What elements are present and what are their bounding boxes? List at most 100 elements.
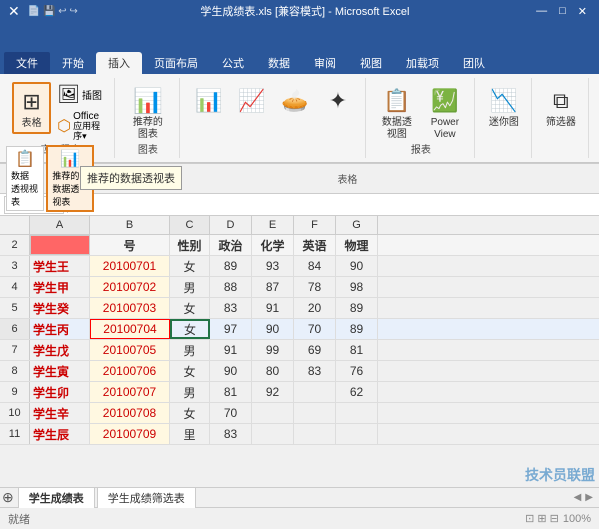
tab-view[interactable]: 视图 (348, 52, 394, 74)
formula-input[interactable] (83, 199, 595, 211)
cell-c9[interactable]: 男 (170, 382, 210, 402)
tab-formulas[interactable]: 公式 (210, 52, 256, 74)
cell-g3[interactable]: 90 (336, 256, 378, 276)
sheet-tab-filtered[interactable]: 学生成绩筛选表 (97, 487, 196, 508)
sparkline-button[interactable]: 📉 迷你图 (483, 82, 525, 132)
cell-f8[interactable]: 83 (294, 361, 336, 381)
line-chart-button[interactable]: 📈 (231, 82, 273, 120)
power-view-button[interactable]: 💹 PowerView (422, 82, 468, 144)
minimize-button[interactable]: — (532, 5, 551, 18)
cell-d9[interactable]: 81 (210, 382, 252, 402)
cell-a11[interactable]: 学生辰 (30, 424, 90, 444)
cell-e11[interactable] (252, 424, 294, 444)
cell-g5[interactable]: 89 (336, 298, 378, 318)
cell-e8[interactable]: 80 (252, 361, 294, 381)
cell-g8[interactable]: 76 (336, 361, 378, 381)
cell-e4[interactable]: 87 (252, 277, 294, 297)
tab-data[interactable]: 数据 (256, 52, 302, 74)
cell-d4[interactable]: 88 (210, 277, 252, 297)
cell-d11[interactable]: 83 (210, 424, 252, 444)
cell-g2[interactable]: 物理 (336, 235, 378, 255)
cell-f3[interactable]: 84 (294, 256, 336, 276)
cell-b11[interactable]: 20100709 (90, 424, 170, 444)
cell-d7[interactable]: 91 (210, 340, 252, 360)
cell-c11[interactable]: 里 (170, 424, 210, 444)
tab-file[interactable]: 文件 (4, 52, 50, 74)
cell-d3[interactable]: 89 (210, 256, 252, 276)
tab-page-layout[interactable]: 页面布局 (142, 52, 210, 74)
col-header-c[interactable]: C (170, 216, 210, 234)
cell-b3[interactable]: 20100701 (90, 256, 170, 276)
cell-g4[interactable]: 98 (336, 277, 378, 297)
cell-f9[interactable] (294, 382, 336, 402)
cell-a3[interactable]: 学生王 (30, 256, 90, 276)
pivot-chart-button[interactable]: 📋 数据透视图 (374, 82, 420, 144)
cell-f5[interactable]: 20 (294, 298, 336, 318)
cell-f4[interactable]: 78 (294, 277, 336, 297)
cell-b8[interactable]: 20100706 (90, 361, 170, 381)
sheet-tab-scores[interactable]: 学生成绩表 (18, 487, 95, 508)
maximize-button[interactable]: □ (555, 5, 570, 18)
cell-c10[interactable]: 女 (170, 403, 210, 423)
cell-b7[interactable]: 20100705 (90, 340, 170, 360)
cell-b5[interactable]: 20100703 (90, 298, 170, 318)
cell-c2[interactable]: 性别 (170, 235, 210, 255)
cell-d10[interactable]: 70 (210, 403, 252, 423)
col-header-e[interactable]: E (252, 216, 294, 234)
cell-f11[interactable] (294, 424, 336, 444)
col-header-d[interactable]: D (210, 216, 252, 234)
cell-a8[interactable]: 学生寅 (30, 361, 90, 381)
cell-c5[interactable]: 女 (170, 298, 210, 318)
cell-f10[interactable] (294, 403, 336, 423)
cell-e9[interactable]: 92 (252, 382, 294, 402)
cell-a4[interactable]: 学生甲 (30, 277, 90, 297)
office-apps-button[interactable]: ⬡ Office 应用程序▾ (53, 109, 108, 144)
cell-e2[interactable]: 化学 (252, 235, 294, 255)
tab-team[interactable]: 团队 (451, 52, 497, 74)
close-button[interactable]: ✕ (574, 5, 591, 18)
slicer-button[interactable]: ⧉ 筛选器 (540, 82, 582, 132)
cell-b4[interactable]: 20100702 (90, 277, 170, 297)
tab-insert[interactable]: 插入 (96, 52, 142, 74)
cell-c6[interactable]: 女 (170, 319, 210, 339)
recommended-charts-button[interactable]: 📊 推荐的图表 (123, 82, 173, 144)
cell-d8[interactable]: 90 (210, 361, 252, 381)
col-header-a[interactable]: A (30, 216, 90, 234)
cell-f6[interactable]: 70 (294, 319, 336, 339)
col-header-b[interactable]: B (90, 216, 170, 234)
cell-b10[interactable]: 20100708 (90, 403, 170, 423)
cell-a10[interactable]: 学生辛 (30, 403, 90, 423)
cell-g7[interactable]: 81 (336, 340, 378, 360)
cell-d6[interactable]: 97 (210, 319, 252, 339)
cell-c8[interactable]: 女 (170, 361, 210, 381)
tab-review[interactable]: 审阅 (302, 52, 348, 74)
cell-e6[interactable]: 90 (252, 319, 294, 339)
cell-d2[interactable]: 政治 (210, 235, 252, 255)
cell-a7[interactable]: 学生戊 (30, 340, 90, 360)
cell-d5[interactable]: 83 (210, 298, 252, 318)
cell-c4[interactable]: 男 (170, 277, 210, 297)
cell-e10[interactable] (252, 403, 294, 423)
cell-a6[interactable]: 学生丙 (30, 319, 90, 339)
new-sheet-button[interactable]: ⊕ (2, 489, 14, 506)
pie-chart-button[interactable]: 🥧 (274, 82, 316, 120)
cell-b2[interactable]: 号 (90, 235, 170, 255)
cell-a2[interactable] (30, 235, 90, 255)
tab-home[interactable]: 开始 (50, 52, 96, 74)
cell-c7[interactable]: 男 (170, 340, 210, 360)
cell-f7[interactable]: 69 (294, 340, 336, 360)
scatter-chart-button[interactable]: ✦ (317, 82, 359, 120)
cell-g10[interactable] (336, 403, 378, 423)
cell-e3[interactable]: 93 (252, 256, 294, 276)
picture-button[interactable]: 🖼 插图 (53, 82, 108, 107)
scroll-left-icon[interactable]: ◀ (574, 492, 582, 503)
mini-pivot-view-button[interactable]: 📋 数据透视视表 (6, 146, 44, 211)
cell-a5[interactable]: 学生癸 (30, 298, 90, 318)
cell-a9[interactable]: 学生卯 (30, 382, 90, 402)
cell-g6[interactable]: 89 (336, 319, 378, 339)
table-button[interactable]: ⊞ 表格 (12, 82, 51, 134)
col-header-g[interactable]: G (336, 216, 378, 234)
cell-c3[interactable]: 女 (170, 256, 210, 276)
cell-e5[interactable]: 91 (252, 298, 294, 318)
cell-e7[interactable]: 99 (252, 340, 294, 360)
